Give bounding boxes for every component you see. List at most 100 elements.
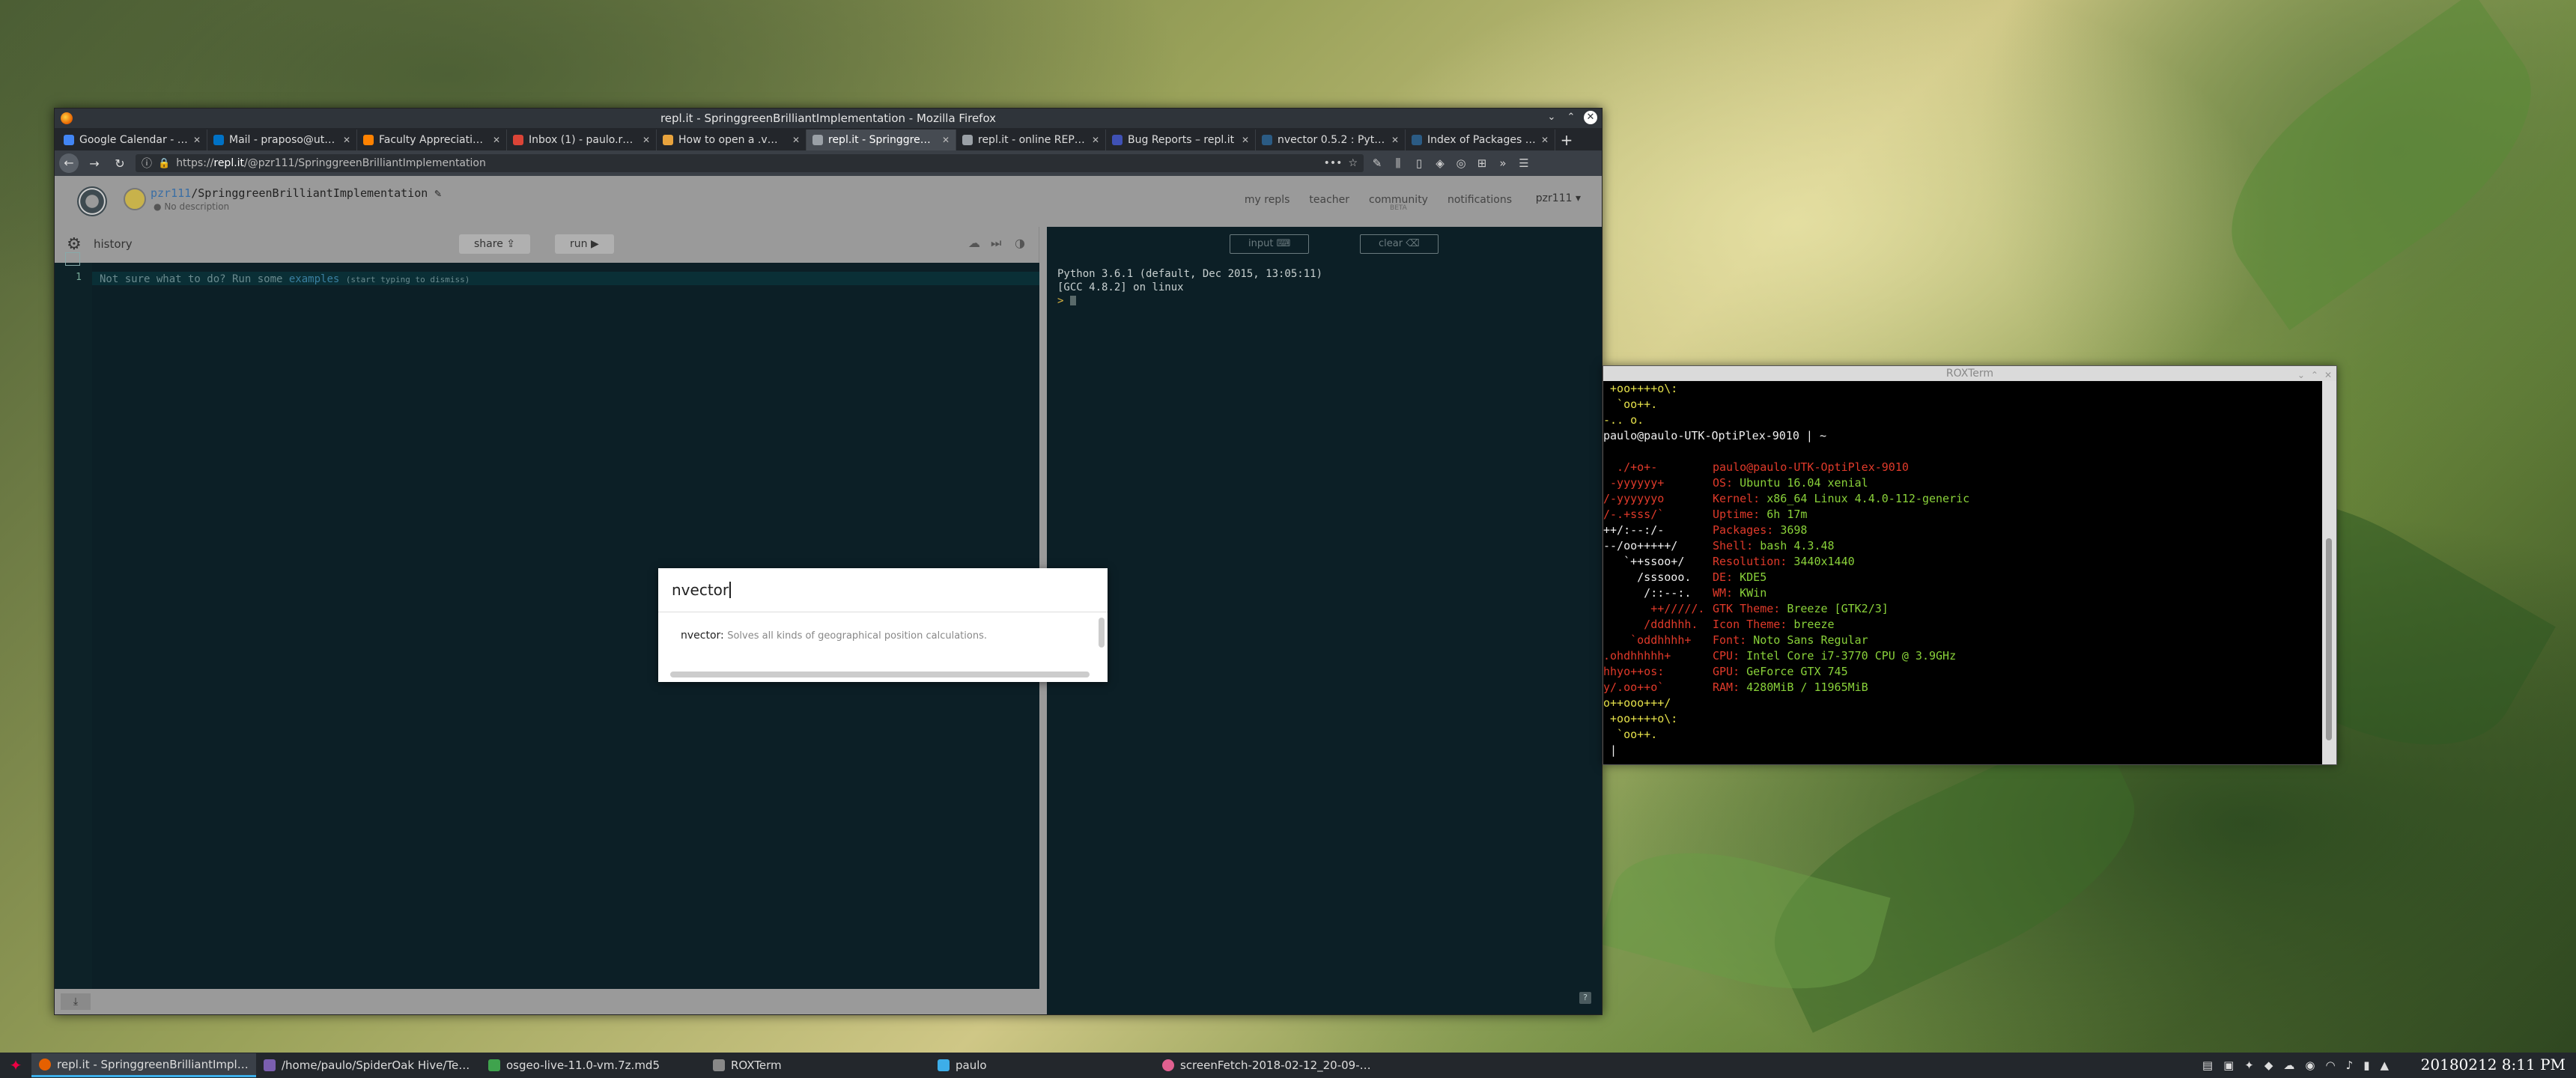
browser-tab[interactable]: nvector 0.5.2 : Python Pack ✕ [1256,130,1406,150]
taskbar-item[interactable]: osgeo-live-11.0-vm.7z.md5 [481,1053,705,1077]
overflow-icon[interactable]: » [1495,156,1510,170]
maximize-button[interactable]: ⌃ [1564,111,1578,124]
volume-icon[interactable]: ♪ [2346,1059,2354,1072]
roxterm-titlebar[interactable]: ROXTerm ⌄ ⌃ ✕ [1603,366,2336,381]
browser-tab[interactable]: Index of Packages Matchin ✕ [1406,130,1555,150]
console-output[interactable]: Python 3.6.1 (default, Dec 2015, 13:05:1… [1057,267,1322,308]
browser-tab[interactable]: How to open a .vmdk fi ✕ [657,130,806,150]
wifi-icon[interactable]: ◠ [2326,1059,2336,1072]
bookmark-star-icon[interactable]: ☆ [1348,157,1358,169]
battery-icon[interactable]: ▮ [2363,1059,2369,1072]
user-link[interactable]: pzr111 [151,186,191,200]
sysinfo-line: Kernel: x86_64 Linux 4.4.0-112-generic [1713,491,1969,507]
step-icon[interactable]: ⏭ [991,236,1001,251]
library-icon[interactable]: ⫼ [1391,156,1406,170]
window-titlebar[interactable]: repl.it - SpringgreenBrilliantImplementa… [55,109,1602,128]
maximize-button[interactable]: ⌃ [2311,368,2318,383]
sync-icon[interactable]: ◉ [2305,1059,2315,1072]
browser-tab[interactable]: repl.it - online REPL, Co ✕ [956,130,1106,150]
tab-close-icon[interactable]: ✕ [1242,135,1249,145]
close-button[interactable]: ✕ [1584,111,1597,124]
taskbar-item[interactable]: /home/paulo/SpiderOak Hive/Teac... [256,1053,481,1077]
browser-tab-active[interactable]: repl.it - SpringgreenBri ✕ [806,130,956,150]
extension-icon[interactable]: ✎ [1370,156,1385,170]
tray-expand-icon[interactable]: ▲ [2380,1059,2389,1072]
browser-tab[interactable]: Mail - praposo@utk.edu ✕ [207,130,357,150]
sidebar-icon[interactable]: ▯ [1412,156,1427,170]
shield-icon[interactable]: ◈ [1433,156,1448,170]
hamburger-menu-icon[interactable]: ☰ [1516,156,1531,170]
reload-icon[interactable]: ↻ [110,156,130,171]
account-menu[interactable]: pzr111 ▾ [1536,192,1581,204]
package-search-input[interactable]: nvector [658,568,1108,612]
tab-close-icon[interactable]: ✕ [343,135,350,145]
addon-icon[interactable]: ◎ [1453,156,1468,170]
nav-teacher[interactable]: teacher [1309,194,1349,206]
nav-community[interactable]: community BETA [1369,194,1428,212]
share-button[interactable]: share ⇪ [459,234,530,254]
notes-icon[interactable]: ▣ [2223,1059,2234,1072]
browser-tab[interactable]: Bug Reports – repl.it ✕ [1106,130,1256,150]
taskbar-item[interactable]: ROXTerm [705,1053,930,1077]
taskbar-item[interactable]: repl.it - SpringgreenBrilliantImple... [31,1053,256,1077]
package-result[interactable]: nvector: Solves all kinds of geographica… [681,630,987,642]
lock-icon[interactable]: 🔒 [158,158,170,169]
replit-logo-icon[interactable] [77,186,107,216]
tab-close-icon[interactable]: ✕ [792,135,800,145]
puzzle-icon[interactable]: ✦ [2244,1059,2254,1072]
run-button[interactable]: run ▶ [555,234,614,254]
url-text[interactable]: https://repl.it/@pzr111/SpringgreenBrill… [176,157,1317,169]
dropbox-icon[interactable]: ◆ [2264,1059,2273,1072]
page-actions-icon[interactable]: ••• [1324,157,1343,169]
help-icon[interactable]: ? [1579,992,1591,1004]
terminal-scrollbar[interactable] [2322,381,2336,764]
avatar[interactable] [124,188,146,210]
examples-link[interactable]: examples [289,273,339,285]
file-icon[interactable] [65,252,80,266]
ascii-art-line: `oo++. [1603,398,1658,411]
gear-icon[interactable]: ⚙ [67,235,82,254]
forward-arrow-icon[interactable]: → [85,156,104,171]
cloud-icon[interactable]: ☁ [2283,1059,2294,1072]
application-launcher-icon[interactable]: ✦ [4,1054,27,1077]
clear-button[interactable]: clear ⌫ [1360,234,1439,254]
info-icon[interactable]: ⓘ [142,156,152,171]
tab-close-icon[interactable]: ✕ [942,135,950,145]
taskbar: ✦ repl.it - SpringgreenBrilliantImple...… [0,1053,2576,1078]
minimize-button[interactable]: ⌄ [2297,368,2305,383]
input-button[interactable]: input ⌨ [1230,234,1310,254]
addon-icon[interactable]: ⊞ [1474,156,1489,170]
new-tab-button[interactable]: + [1555,130,1578,150]
clipboard-icon[interactable]: ▤ [2202,1059,2213,1072]
project-name[interactable]: SpringgreenBrilliantImplementation [198,186,428,200]
browser-tab[interactable]: Faculty Appreciation W ✕ [357,130,507,150]
minimize-button[interactable]: ⌄ [1545,111,1558,124]
tab-close-icon[interactable]: ✕ [493,135,500,145]
popup-horizontal-scrollbar[interactable] [670,672,1090,677]
tab-close-icon[interactable]: ✕ [643,135,650,145]
download-icon[interactable]: ⤓ [61,993,91,1010]
taskbar-item[interactable]: screenFetch-2018-02-12_20-09-23.p... [1155,1053,1379,1077]
browser-tab[interactable]: Inbox (1) - paulo.rapos ✕ [507,130,657,150]
nav-my-repls[interactable]: my repls [1245,194,1290,206]
taskbar-item-label: ROXTerm [731,1059,782,1072]
theme-icon[interactable]: ◑ [1015,236,1025,250]
back-arrow-icon[interactable]: ← [59,153,79,173]
edit-pencil-icon[interactable]: ✎ [434,186,441,200]
close-button[interactable]: ✕ [2324,368,2332,383]
scrollbar-thumb[interactable] [2326,538,2332,740]
tab-close-icon[interactable]: ✕ [1541,135,1549,145]
history-button[interactable]: history [94,237,133,251]
cloud-upload-icon[interactable]: ☁ [968,236,980,250]
project-description[interactable]: ● No description [154,201,229,212]
tab-close-icon[interactable]: ✕ [1092,135,1099,145]
clock[interactable]: 20180212 8:11 PM [2421,1056,2566,1074]
terminal-output[interactable]: +oo++++o\: `oo++. -.. o. paulo@paulo-UTK… [1603,381,2322,764]
url-bar[interactable]: ⓘ 🔒 https://repl.it/@pzr111/SpringgreenB… [136,154,1364,172]
popup-vertical-scrollbar[interactable] [1099,618,1105,648]
browser-tab[interactable]: Google Calendar - Febr ✕ [58,130,207,150]
tab-close-icon[interactable]: ✕ [193,135,201,145]
taskbar-item[interactable]: paulo [930,1053,1155,1077]
tab-close-icon[interactable]: ✕ [1391,135,1399,145]
nav-notifications[interactable]: notifications [1448,194,1512,206]
